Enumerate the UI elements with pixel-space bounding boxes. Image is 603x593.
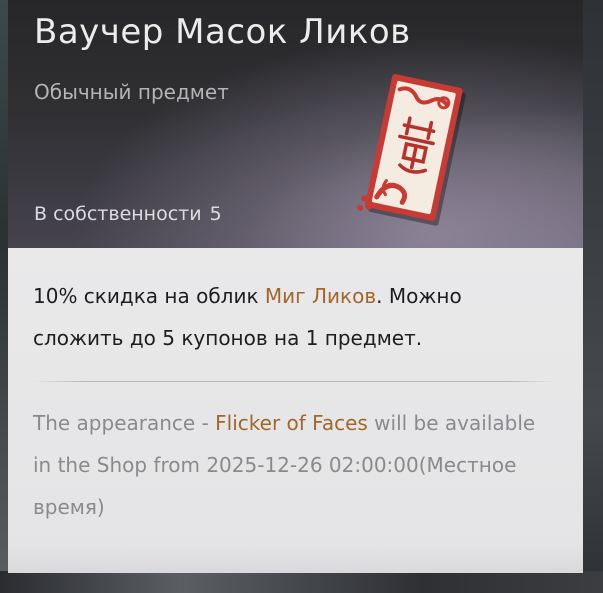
mask-voucher-icon bbox=[357, 74, 466, 226]
item-tooltip-card: Ваучер Масок Ликов Обычный предмет В соб… bbox=[8, 0, 583, 573]
availability-note: The appearance - Flicker of Faces will b… bbox=[33, 402, 553, 528]
availability-text-start: The appearance - bbox=[33, 411, 216, 435]
background-right-edge bbox=[583, 0, 603, 593]
description-appearance-link: Миг Ликов bbox=[264, 284, 377, 308]
owned-count: В собственности 5 bbox=[34, 203, 222, 225]
description-text-start: 10% скидка на облик bbox=[33, 284, 265, 308]
item-rarity: Обычный предмет bbox=[34, 80, 229, 104]
item-description: 10% скидка на облик Миг Ликов. Можно сло… bbox=[33, 275, 553, 359]
owned-number: 5 bbox=[209, 203, 222, 225]
background-bottom-edge bbox=[0, 571, 603, 593]
background-left-edge bbox=[0, 0, 8, 593]
owned-label: В собственности bbox=[34, 203, 202, 225]
section-divider bbox=[33, 381, 557, 382]
tooltip-header: Ваучер Масок Ликов Обычный предмет В соб… bbox=[8, 0, 583, 248]
availability-appearance-name: Flicker of Faces bbox=[215, 411, 368, 435]
item-title: Ваучер Масок Ликов bbox=[34, 12, 411, 52]
